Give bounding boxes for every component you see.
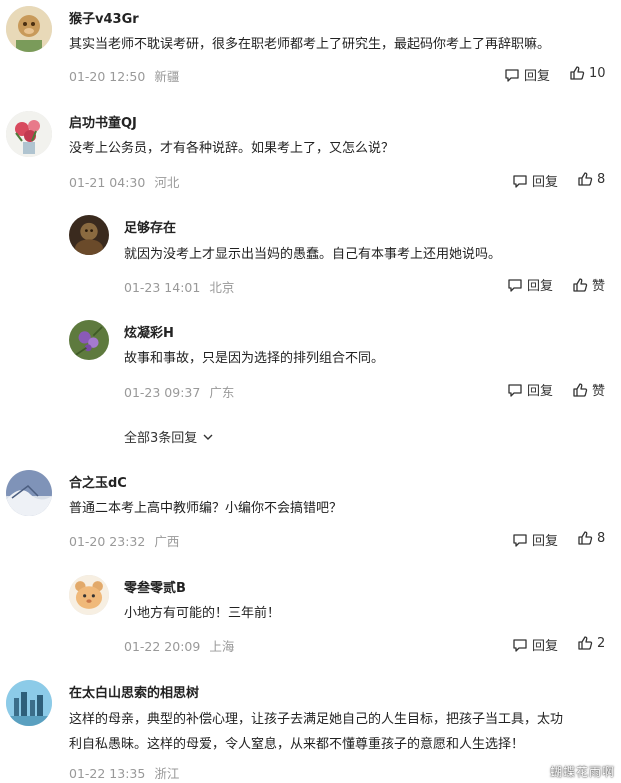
timestamp: 01-23 09:37 — [124, 385, 201, 400]
reply-label: 回复 — [524, 69, 551, 84]
avatar-image — [6, 680, 52, 726]
comment-meta: 01-20 12:50 新疆 — [69, 66, 179, 85]
comment-text-line: 其实当老师不耽误考研，很多在职老师都考上了研究生，最起码你考上了再辞职嘛。 — [69, 37, 551, 52]
reply-button[interactable]: 回复 — [507, 380, 553, 399]
comment-bubble-icon — [508, 383, 522, 397]
location: 广东 — [209, 385, 235, 400]
avatar-image — [6, 6, 52, 52]
location: 上海 — [209, 639, 235, 654]
comment-meta: 01-22 13:35 浙江 — [69, 763, 179, 782]
like-button[interactable]: 10 — [569, 65, 606, 81]
reply-button[interactable]: 回复 — [507, 275, 553, 294]
username[interactable]: 在太白山思索的相思树 — [69, 682, 199, 701]
chevron-down-icon — [203, 434, 213, 440]
comment-meta: 01-22 20:09 上海 — [124, 636, 234, 655]
comment-meta: 01-23 09:37 广东 — [124, 382, 234, 401]
reply-label: 回复 — [532, 175, 559, 190]
comment-text-line: 故事和事故，只是因为选择的排列组合不同。 — [124, 351, 385, 366]
location: 新疆 — [154, 69, 180, 84]
like-count: 8 — [597, 171, 606, 187]
thumbs-up-icon — [570, 66, 585, 80]
comment-text: 普通二本考上高中教师编？小编你不会搞错吧？ — [69, 496, 342, 521]
avatar[interactable] — [6, 111, 52, 157]
comment-meta: 01-20 23:32 广西 — [69, 531, 179, 550]
thumbs-up-icon — [573, 382, 588, 397]
like-count: 10 — [589, 65, 606, 81]
avatar[interactable] — [6, 470, 52, 516]
reply-label: 回复 — [527, 384, 554, 399]
comment-text: 故事和事故，只是因为选择的排列组合不同。 — [124, 346, 384, 371]
like-button[interactable]: 2 — [577, 635, 605, 651]
timestamp: 01-22 20:09 — [124, 639, 201, 654]
username[interactable]: 足够存在 — [124, 217, 176, 236]
reply-button[interactable]: 回复 — [512, 635, 558, 654]
like-button[interactable]: 赞 — [572, 275, 605, 294]
comment-text: 小地方有可能的！三年前！ — [124, 601, 280, 626]
thumbs-up-icon — [578, 172, 593, 186]
location: 广西 — [154, 534, 180, 549]
avatar[interactable] — [69, 320, 109, 360]
username[interactable]: 炫凝彩H — [124, 322, 174, 341]
username[interactable]: 合之玉dC — [69, 472, 127, 491]
reply-label: 回复 — [532, 639, 559, 654]
username[interactable]: 零叁零贰B — [124, 577, 186, 596]
comment-bubble-icon — [513, 174, 527, 188]
like-count: 8 — [597, 530, 606, 546]
comment-bubble-icon — [513, 638, 527, 652]
comment-meta: 01-23 14:01 北京 — [124, 277, 234, 296]
like-label: 赞 — [592, 384, 606, 399]
comment-text-line: 就因为没考上才显示出当妈的愚蠢。自己有本事考上还用她说吗。 — [124, 247, 502, 262]
watermark: 蝴蝶花雨啊 — [549, 765, 615, 779]
username[interactable]: 猴子v43Gr — [69, 8, 139, 27]
like-button[interactable]: 赞 — [572, 380, 605, 399]
reply-button[interactable]: 回复 — [504, 65, 550, 84]
username[interactable]: 启功书童QJ — [69, 112, 137, 131]
like-count: 2 — [597, 635, 606, 651]
comment-meta: 01-21 04:30 河北 — [69, 172, 179, 191]
expand-replies-button[interactable]: 全部3条回复 — [124, 427, 214, 446]
comment-bubble-icon — [513, 533, 527, 547]
avatar[interactable] — [69, 575, 109, 615]
thumbs-up-icon — [573, 277, 588, 292]
comment-text-line: 普通二本考上高中教师编？小编你不会搞错吧？ — [69, 501, 343, 516]
timestamp: 01-20 23:32 — [69, 534, 146, 549]
reply-label: 回复 — [532, 534, 559, 549]
location: 河北 — [154, 175, 180, 190]
thumbs-up-icon — [578, 531, 593, 545]
avatar-image — [69, 320, 109, 360]
comment-text: 没考上公务员，才有各种说辞。如果考上了，又怎么说？ — [69, 136, 394, 161]
comment-text-line: 利自私愚昧。这样的母爱，令人窒息，从来都不懂尊重孩子的意愿和人生选择！ — [69, 737, 525, 752]
location: 北京 — [209, 280, 235, 295]
timestamp: 01-22 13:35 — [69, 766, 146, 781]
avatar-image — [69, 575, 109, 615]
timestamp: 01-21 04:30 — [69, 175, 146, 190]
comment-text-line: 没考上公务员，才有各种说辞。如果考上了，又怎么说？ — [69, 141, 395, 156]
expand-replies-label: 全部3条回复 — [124, 431, 198, 446]
avatar[interactable] — [6, 680, 52, 726]
avatar-image — [69, 215, 109, 255]
reply-button[interactable]: 回复 — [512, 171, 558, 190]
comment-text: 其实当老师不耽误考研，很多在职老师都考上了研究生，最起码你考上了再辞职嘛。 — [69, 32, 550, 57]
comment-bubble-icon — [505, 68, 519, 82]
timestamp: 01-23 14:01 — [124, 280, 201, 295]
location: 浙江 — [154, 766, 180, 781]
like-button[interactable]: 8 — [577, 530, 605, 546]
reply-button[interactable]: 回复 — [512, 530, 558, 549]
thumbs-up-icon — [578, 636, 593, 650]
avatar[interactable] — [69, 215, 109, 255]
avatar-image — [6, 470, 52, 516]
avatar[interactable] — [6, 6, 52, 52]
comment-text-line: 小地方有可能的！三年前！ — [124, 606, 281, 621]
avatar-image — [6, 111, 52, 157]
comment-text: 这样的母亲，典型的补偿心理，让孩子去满足她自己的人生目标，把孩子当工具，太功 利… — [69, 707, 563, 757]
comment-text: 就因为没考上才显示出当妈的愚蠢。自己有本事考上还用她说吗。 — [124, 242, 501, 267]
like-label: 赞 — [592, 279, 606, 294]
like-button[interactable]: 8 — [577, 171, 605, 187]
timestamp: 01-20 12:50 — [69, 69, 146, 84]
comment-text-line: 这样的母亲，典型的补偿心理，让孩子去满足她自己的人生目标，把孩子当工具，太功 — [69, 712, 564, 727]
comment-bubble-icon — [508, 278, 522, 292]
reply-label: 回复 — [527, 279, 554, 294]
